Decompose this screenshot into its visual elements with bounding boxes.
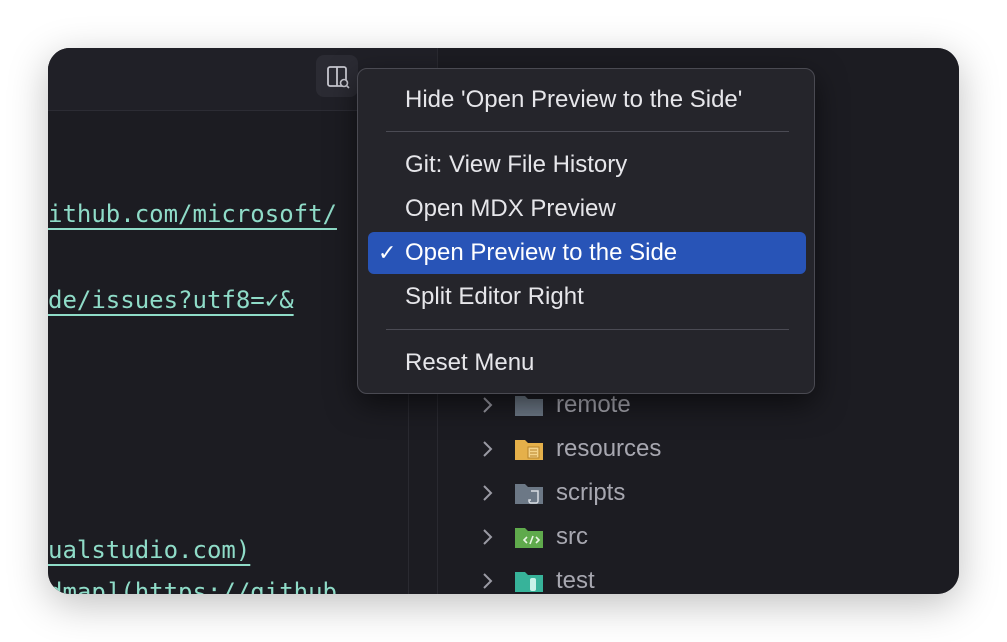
checkmark-icon: ✓	[378, 240, 397, 265]
scripts-folder-icon	[515, 484, 543, 504]
menu-item-label: Hide 'Open Preview to the Side'	[405, 86, 743, 113]
menu-item-label: Git: View File History	[405, 151, 628, 178]
menu-separator	[386, 329, 789, 330]
chevron-right-icon	[483, 485, 493, 501]
tree-folder-resources[interactable]: resources	[476, 431, 661, 467]
tree-label: resources	[556, 435, 662, 462]
folder-icon	[515, 396, 543, 416]
menu-item-label: Reset Menu	[405, 349, 535, 376]
tree-label: remote	[556, 391, 631, 418]
preview-side-icon	[327, 66, 350, 89]
tree-label: scripts	[556, 479, 626, 506]
tree-label: test	[556, 567, 595, 594]
menu-item-hide-open-preview[interactable]: Hide 'Open Preview to the Side'	[368, 79, 806, 121]
menu-separator	[386, 131, 789, 132]
menu-item-git-view-file-history[interactable]: Git: View File History	[368, 144, 806, 186]
code-link-line[interactable]: de/issues?utf8=✓&	[48, 286, 294, 314]
menu-item-reset-menu[interactable]: Reset Menu	[368, 342, 806, 384]
menu-item-label: Open MDX Preview	[405, 195, 616, 222]
chevron-right-icon	[483, 441, 493, 457]
tree-label: src	[556, 523, 588, 550]
src-folder-icon	[515, 528, 543, 548]
editor-title-context-menu: Hide 'Open Preview to the Side' Git: Vie…	[357, 68, 815, 394]
code-link-line[interactable]: ithub.com/microsoft/	[48, 200, 337, 228]
resources-folder-icon	[515, 440, 543, 460]
menu-item-split-editor-right[interactable]: Split Editor Right	[368, 276, 806, 318]
menu-item-label: Open Preview to the Side	[405, 239, 678, 266]
code-link-line[interactable]: dmap](https://github	[48, 578, 337, 594]
code-link-line[interactable]: ualstudio.com)	[48, 536, 250, 564]
menu-item-open-preview-to-side[interactable]: ✓ Open Preview to the Side	[368, 232, 806, 274]
test-folder-icon	[515, 572, 543, 592]
tree-folder-scripts[interactable]: scripts	[476, 475, 625, 511]
tree-folder-src[interactable]: src	[476, 519, 588, 555]
menu-item-open-mdx-preview[interactable]: Open MDX Preview	[368, 188, 806, 230]
open-preview-to-side-button[interactable]	[316, 55, 358, 97]
chevron-right-icon	[483, 573, 493, 589]
chevron-right-icon	[483, 529, 493, 545]
menu-item-label: Split Editor Right	[405, 283, 584, 310]
chevron-right-icon	[483, 397, 493, 413]
tree-folder-test[interactable]: test	[476, 563, 595, 594]
